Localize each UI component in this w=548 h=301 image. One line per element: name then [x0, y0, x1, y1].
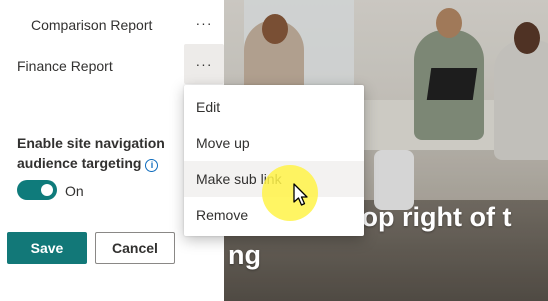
menu-item-move-up[interactable]: Move up [184, 125, 364, 161]
cursor-highlight [262, 165, 318, 221]
save-button[interactable]: Save [7, 232, 87, 264]
hero-title-line2: ng [228, 240, 261, 270]
audience-targeting-label: Enable site navigation audience targetin… [17, 135, 165, 171]
more-options-button[interactable]: ··· [184, 3, 224, 43]
toggle-state-label: On [65, 183, 84, 199]
toggle-knob [41, 184, 53, 196]
more-options-button-active[interactable]: ··· [184, 44, 224, 84]
info-icon[interactable]: i [145, 158, 159, 172]
cancel-button[interactable]: Cancel [95, 232, 175, 264]
menu-item-edit[interactable]: Edit [184, 89, 364, 125]
mouse-pointer-icon [293, 183, 308, 206]
nav-item-comparison-report[interactable]: Comparison Report [31, 17, 152, 33]
nav-item-finance-report[interactable]: Finance Report [17, 58, 113, 74]
audience-targeting-toggle[interactable] [17, 180, 57, 200]
